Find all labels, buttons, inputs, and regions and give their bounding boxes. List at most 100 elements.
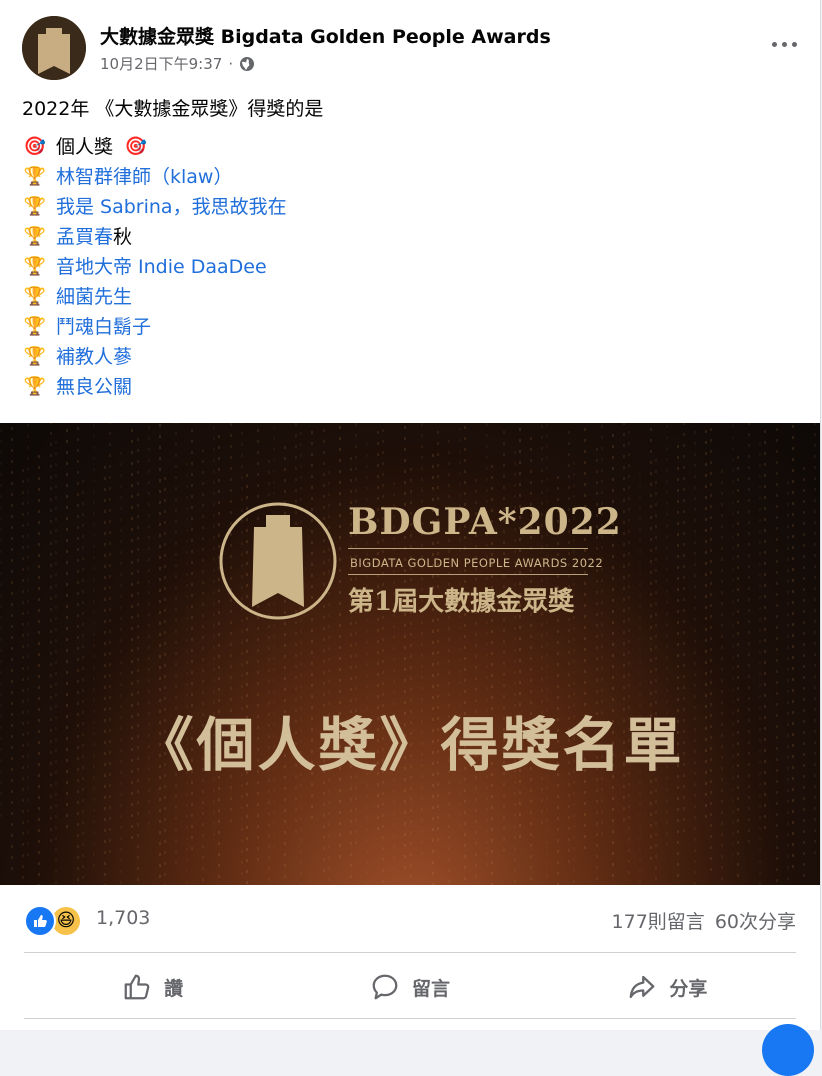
rain-stripe	[256, 423, 259, 869]
rain-stripe	[11, 423, 14, 878]
rain-stripe	[786, 481, 789, 885]
post-timestamp[interactable]: 10月2日下午9:37	[100, 53, 222, 74]
rain-stripe	[502, 423, 505, 860]
winner-item: 🏆 補教人蔘	[22, 342, 323, 372]
winner-link[interactable]: 林智群律師（klaw）	[56, 162, 232, 192]
rain-stripe	[737, 456, 740, 885]
action-bar: 讚 留言 分享	[24, 958, 796, 1016]
engagement-stats: 177則留言 60次分享	[612, 907, 796, 934]
rain-stripe	[163, 477, 166, 885]
award-emblem-icon	[219, 502, 337, 620]
post-image[interactable]: BDGPA*2022 BIGDATA GOLDEN PEOPLE AWARDS …	[0, 423, 820, 885]
rain-stripe	[93, 423, 95, 875]
post-text: 2022年 《大數據金眾獎》得獎的是 🎯 個人獎 🎯 🏆 林智群律師（klaw） 🏆…	[22, 94, 323, 402]
comment-bubble-icon	[372, 974, 398, 1000]
winner-suffix: 秋	[113, 226, 133, 248]
trophy-emoji-icon: 🏆	[23, 316, 47, 337]
winner-item: 🏆 細菌先生	[22, 282, 323, 312]
trophy-emoji-icon: 🏆	[23, 256, 47, 277]
post-meta: 10月2日下午9:37 ·	[100, 53, 255, 74]
winner-item: 🏆 音地大帝 Indie DaaDee	[22, 252, 323, 282]
rain-stripe	[240, 423, 243, 883]
trophy-emoji-icon: 🏆	[23, 166, 47, 187]
winner-link[interactable]: 補教人蔘	[56, 342, 132, 372]
banner-award-title: 第1屆大數據金眾獎	[348, 587, 575, 617]
target-emoji-icon: 🎯	[124, 136, 148, 157]
winner-link[interactable]: 音地大帝 Indie DaaDee	[56, 252, 267, 282]
rain-stripe	[709, 423, 712, 879]
divider	[24, 1018, 796, 1019]
award-logo-icon	[22, 16, 86, 80]
page-avatar[interactable]	[22, 16, 86, 80]
comment-count[interactable]: 177則留言	[612, 907, 705, 934]
rain-stripe	[568, 423, 571, 871]
category-line: 🎯 個人獎 🎯	[22, 132, 323, 162]
rain-stripe	[120, 452, 123, 885]
trophy-emoji-icon: 🏆	[23, 346, 47, 367]
rain-stripe	[655, 459, 658, 885]
rain-stripe	[404, 423, 407, 877]
reaction-count[interactable]: 1,703	[96, 907, 150, 929]
comment-button[interactable]: 留言	[281, 958, 538, 1016]
rain-stripe	[202, 449, 205, 885]
rain-stripe	[666, 423, 669, 854]
rain-stripe	[76, 427, 79, 885]
new-message-button[interactable]	[762, 1024, 814, 1076]
rain-stripe	[338, 423, 341, 866]
rain-stripe	[627, 423, 630, 882]
rain-stripe	[791, 423, 794, 876]
matrix-rain-background	[0, 423, 820, 885]
winner-link[interactable]: 孟買春	[56, 222, 113, 252]
rain-stripe	[677, 445, 680, 885]
rain-stripe	[109, 423, 112, 861]
globe-icon[interactable]	[239, 56, 255, 72]
rain-stripe	[191, 423, 194, 858]
rain-stripe	[174, 423, 177, 872]
rain-stripe	[693, 431, 696, 885]
rain-stripe	[54, 441, 57, 885]
rain-stripe	[748, 423, 751, 851]
rain-stripe	[584, 423, 587, 857]
rain-stripe	[158, 424, 161, 885]
category-label: 個人獎	[56, 136, 114, 158]
rain-stripe	[813, 423, 816, 862]
reaction-icons[interactable]: 😆	[24, 903, 88, 937]
rain-stripe	[38, 455, 41, 885]
winner-link[interactable]: 細菌先生	[56, 282, 132, 312]
like-button[interactable]: 讚	[24, 958, 281, 1016]
rain-stripe	[518, 423, 521, 846]
winner-item: 🏆 林智群律師（klaw）	[22, 162, 323, 192]
winner-item: 🏆 鬥魂白鬍子	[22, 312, 323, 342]
meta-separator: ·	[228, 54, 234, 73]
share-button[interactable]: 分享	[539, 958, 796, 1016]
winner-link[interactable]: 無良公關	[56, 372, 132, 402]
rain-stripe	[639, 473, 641, 885]
thumbs-up-icon	[124, 974, 150, 1000]
winner-link[interactable]: 鬥魂白鬍子	[56, 312, 151, 342]
page-name-link[interactable]: 大數據金眾獎 Bigdata Golden People Awards	[100, 22, 551, 49]
rain-stripe	[464, 426, 467, 885]
winner-item: 🏆 我是 Sabrina，我思故我在	[22, 192, 323, 222]
more-options-button[interactable]	[770, 34, 802, 54]
rain-stripe	[49, 423, 52, 850]
rain-stripe	[486, 423, 489, 874]
share-count[interactable]: 60次分享	[715, 907, 796, 934]
trophy-emoji-icon: 🏆	[23, 196, 47, 217]
banner-big-title: 《個人獎》得獎名單	[135, 711, 685, 779]
rain-stripe	[732, 423, 734, 865]
post-stats: 😆 1,703 177則留言 60次分享	[0, 895, 820, 943]
like-label: 讚	[164, 977, 184, 1000]
winner-list: 🏆 林智群律師（klaw） 🏆 我是 Sabrina，我思故我在 🏆 孟買春秋 🏆 音地大帝 …	[22, 162, 323, 402]
rain-stripe	[131, 423, 134, 847]
winner-link[interactable]: 我是 Sabrina，我思故我在	[56, 192, 287, 222]
rain-stripe	[436, 423, 439, 849]
post-header: 大數據金眾獎 Bigdata Golden People Awards 10月2…	[22, 16, 802, 80]
banner-subtitle: BIGDATA GOLDEN PEOPLE AWARDS 2022	[350, 556, 604, 570]
rain-stripe	[650, 423, 653, 868]
rain-stripe	[186, 463, 188, 885]
rain-stripe	[300, 432, 303, 885]
rain-stripe	[546, 423, 548, 885]
trophy-emoji-icon: 🏆	[23, 226, 47, 247]
rain-stripe	[322, 423, 325, 880]
trophy-emoji-icon: 🏆	[23, 376, 47, 397]
